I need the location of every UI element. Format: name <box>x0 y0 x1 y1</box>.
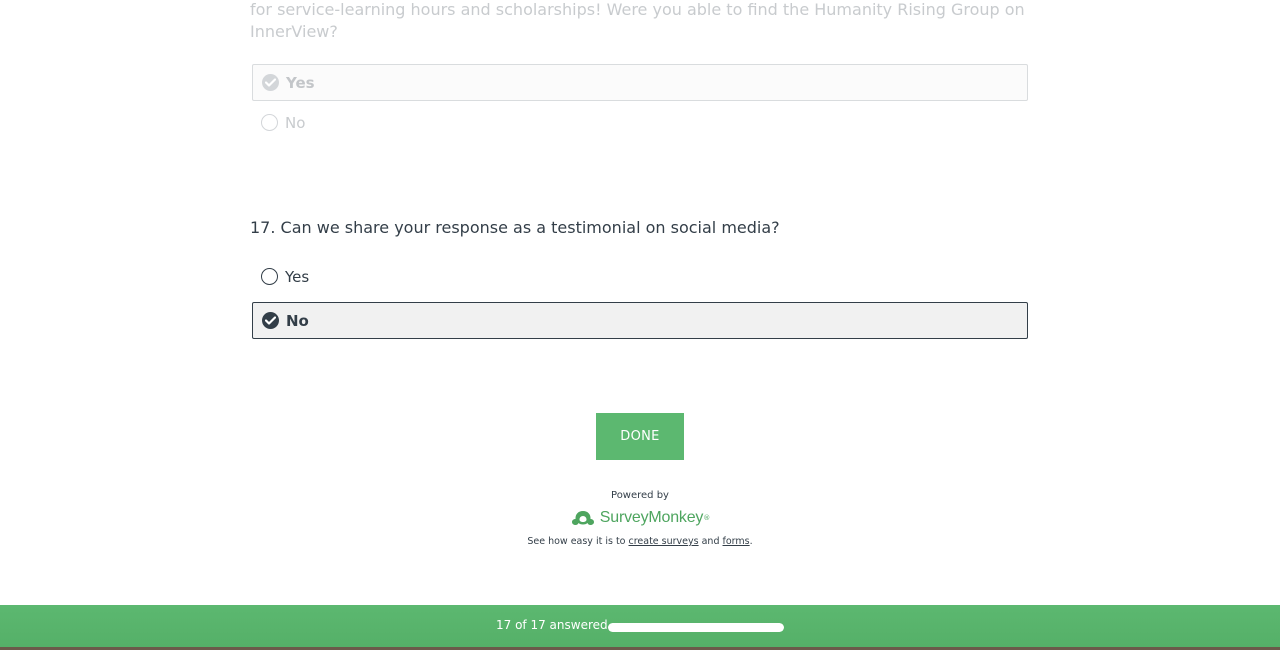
option-no[interactable]: No <box>252 302 1028 339</box>
trademark-symbol: ® <box>703 514 711 522</box>
previous-option-no[interactable]: No <box>252 104 1028 141</box>
surveymonkey-logo-icon <box>570 508 596 529</box>
progress-fill <box>608 623 784 632</box>
previous-option-no-label: No <box>285 113 306 132</box>
progress-track <box>608 623 784 632</box>
powered-by-label: Powered by <box>611 490 669 501</box>
question-title: 17. Can we share your response as a test… <box>250 218 780 237</box>
previous-option-yes[interactable]: Yes <box>252 64 1028 101</box>
checkmark-icon <box>262 74 279 91</box>
previous-question-text: for service-learning hours and scholarsh… <box>250 0 1025 41</box>
tagline-prefix: See how easy it is to <box>527 536 629 547</box>
option-yes[interactable]: Yes <box>252 258 1028 295</box>
powered-by-section: Powered by SurveyMonkey ® See how easy it… <box>440 489 840 548</box>
radio-empty-icon <box>261 268 278 285</box>
option-no-label: No <box>286 311 309 330</box>
option-yes-label: Yes <box>285 267 310 286</box>
tagline-middle: and <box>698 536 723 547</box>
surveymonkey-logo[interactable]: SurveyMonkey ® <box>440 507 840 529</box>
checkmark-icon <box>262 312 279 329</box>
survey-page: for service-learning hours and scholarsh… <box>0 0 1280 650</box>
tagline-suffix: . <box>749 536 753 547</box>
surveymonkey-logo-text: SurveyMonkey <box>599 509 704 526</box>
done-button[interactable]: DONE <box>596 413 684 460</box>
progress-footer: 17 of 17 answered <box>0 605 1280 650</box>
progress-text: 17 of 17 answered <box>496 618 608 632</box>
forms-link[interactable]: forms <box>723 536 750 547</box>
previous-option-yes-label: Yes <box>286 73 315 92</box>
tagline: See how easy it is to create surveys and… <box>440 535 840 548</box>
create-surveys-link[interactable]: create surveys <box>629 536 699 547</box>
radio-empty-icon <box>261 114 278 131</box>
